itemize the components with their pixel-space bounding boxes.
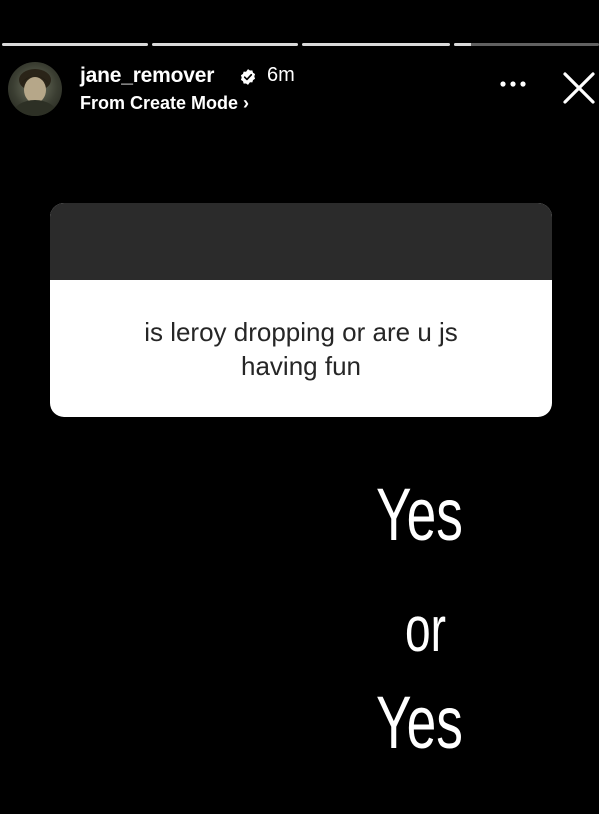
story-progress-bar	[0, 43, 599, 47]
answer-text-yes-1: Yes	[376, 473, 463, 556]
avatar[interactable]	[8, 62, 62, 116]
question-sticker-header	[50, 203, 552, 280]
progress-segment	[302, 43, 450, 46]
story-timestamp: 6m	[267, 64, 295, 86]
question-text: is leroy dropping or are u js having fun	[144, 316, 458, 381]
more-icon[interactable]	[498, 78, 528, 90]
progress-segment	[454, 43, 599, 46]
answer-text-or: or	[405, 593, 446, 665]
verified-badge-icon	[240, 69, 256, 85]
create-mode-link[interactable]: From Create Mode ›	[80, 93, 249, 114]
answer-text-yes-2: Yes	[376, 681, 463, 764]
username[interactable]: jane_remover	[80, 64, 214, 88]
progress-segment	[152, 43, 298, 46]
close-icon[interactable]	[561, 70, 597, 106]
question-sticker[interactable]: is leroy dropping or are u js having fun	[50, 203, 552, 417]
question-sticker-body: is leroy dropping or are u js having fun	[50, 280, 552, 417]
progress-segment	[2, 43, 148, 46]
